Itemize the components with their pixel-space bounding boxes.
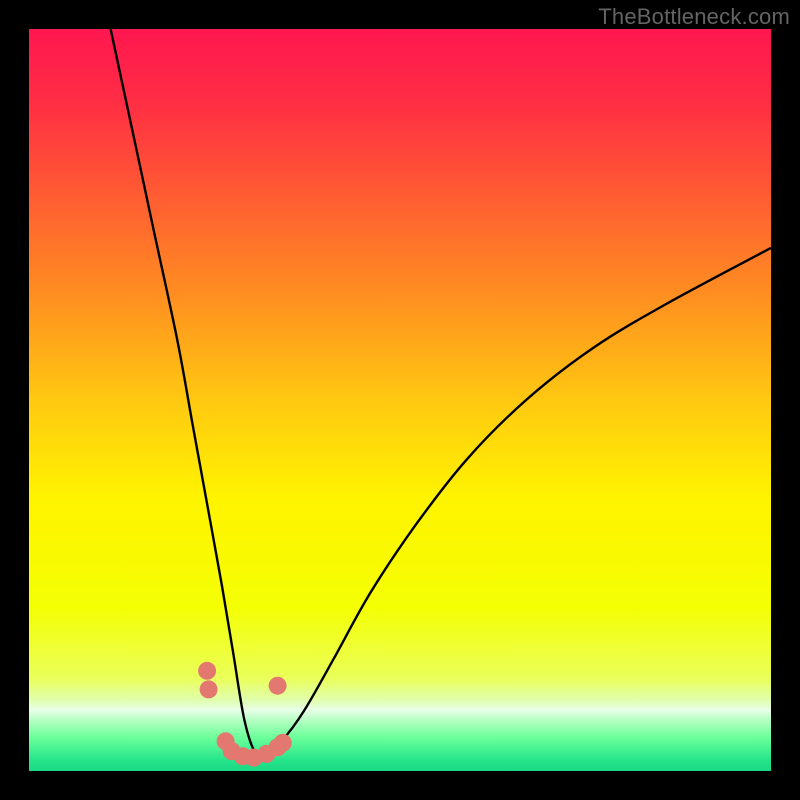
gradient-fill [29, 29, 771, 771]
watermark-text: TheBottleneck.com [598, 4, 790, 30]
plot-background [29, 29, 771, 771]
outer-frame: TheBottleneck.com [0, 0, 800, 800]
